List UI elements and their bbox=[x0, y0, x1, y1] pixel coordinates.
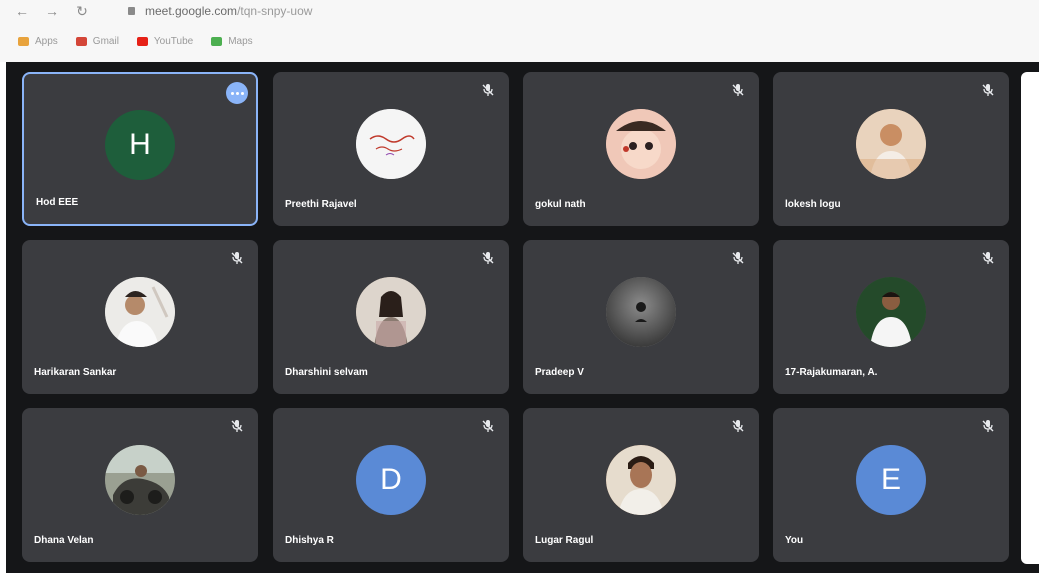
participant-tile-lokesh-logu[interactable]: lokesh logu bbox=[773, 72, 1009, 226]
bookmark-gmail[interactable]: Gmail bbox=[75, 35, 119, 47]
forward-arrow-icon[interactable]: → bbox=[44, 3, 60, 19]
participant-name: Harikaran Sankar bbox=[34, 367, 117, 378]
participant-name: Preethi Rajavel bbox=[285, 199, 357, 210]
profile-photo bbox=[105, 277, 175, 348]
bookmark-maps[interactable]: Maps bbox=[211, 35, 253, 47]
participant-tile-hod-eee[interactable]: H Hod EEE bbox=[22, 72, 258, 226]
mic-off-icon bbox=[732, 252, 744, 264]
participant-name: Hod EEE bbox=[36, 197, 79, 208]
avatar bbox=[606, 277, 676, 348]
mic-off-icon bbox=[231, 252, 243, 264]
participant-tile-gokul-nath[interactable]: gokul nath bbox=[523, 72, 759, 226]
avatar bbox=[606, 109, 676, 180]
avatar bbox=[105, 277, 175, 348]
profile-photo bbox=[356, 109, 426, 180]
bookmarks-bar: Apps Gmail YouTube Maps bbox=[18, 32, 253, 50]
participant-name: Pradeep V bbox=[535, 367, 584, 378]
profile-photo bbox=[606, 277, 676, 348]
mic-off-icon bbox=[231, 420, 243, 432]
browser-chrome: ← → ↻ meet.google.com/tqn-snpy-uow Apps … bbox=[0, 0, 1039, 62]
bookmark-label: YouTube bbox=[153, 35, 194, 47]
participant-name: lokesh logu bbox=[785, 199, 841, 210]
maps-icon bbox=[211, 36, 223, 46]
participant-name: gokul nath bbox=[535, 199, 586, 210]
mic-off-icon bbox=[732, 84, 744, 96]
profile-photo bbox=[856, 109, 926, 180]
avatar bbox=[856, 277, 926, 348]
lock-icon bbox=[128, 7, 135, 15]
avatar bbox=[105, 445, 175, 516]
back-arrow-icon[interactable]: ← bbox=[14, 3, 30, 19]
side-panel-edge bbox=[1021, 72, 1039, 564]
bookmark-apps[interactable]: Apps bbox=[18, 36, 58, 47]
url-path: /tqn-snpy-uow bbox=[237, 4, 313, 18]
mic-off-icon bbox=[482, 420, 494, 432]
participant-tile-lugar-ragul[interactable]: Lugar Ragul bbox=[523, 408, 759, 562]
avatar-letter: D bbox=[380, 463, 402, 497]
participant-name: Dharshini selvam bbox=[285, 367, 368, 378]
participant-name: Dhishya R bbox=[285, 535, 334, 546]
participant-name: Lugar Ragul bbox=[535, 535, 594, 546]
avatar bbox=[606, 445, 676, 516]
bookmark-youtube[interactable]: YouTube bbox=[136, 35, 194, 47]
participant-tile-harikaran-sankar[interactable]: Harikaran Sankar bbox=[22, 240, 258, 394]
mic-off-icon bbox=[982, 252, 994, 264]
participant-tile-preethi-rajavel[interactable]: Preethi Rajavel bbox=[273, 72, 509, 226]
participant-tile-dhishya-r[interactable]: D Dhishya R bbox=[273, 408, 509, 562]
mic-off-icon bbox=[982, 420, 994, 432]
avatar bbox=[356, 277, 426, 348]
profile-photo bbox=[105, 445, 175, 516]
avatar-letter: E bbox=[880, 463, 901, 497]
participant-tile-dhana-velan[interactable]: Dhana Velan bbox=[22, 408, 258, 562]
address-bar[interactable]: meet.google.com/tqn-snpy-uow bbox=[128, 2, 312, 20]
bookmark-label: Apps bbox=[35, 35, 58, 47]
browser-nav: ← → ↻ bbox=[14, 3, 90, 19]
avatar: E bbox=[856, 445, 926, 516]
profile-photo bbox=[606, 109, 676, 180]
more-options-icon[interactable] bbox=[226, 82, 248, 104]
participant-name: You bbox=[785, 535, 804, 546]
profile-photo bbox=[356, 277, 426, 348]
mic-off-icon bbox=[982, 84, 994, 96]
mic-off-icon bbox=[732, 420, 744, 432]
profile-photo bbox=[606, 445, 676, 516]
avatar-letter: H bbox=[129, 127, 151, 161]
reload-icon[interactable]: ↻ bbox=[74, 3, 90, 19]
bookmark-label: Maps bbox=[228, 35, 253, 47]
avatar bbox=[856, 109, 926, 180]
gmail-icon bbox=[75, 36, 87, 46]
participant-tile-dharshini-selvam[interactable]: Dharshini selvam bbox=[273, 240, 509, 394]
participant-tile-pradeep-v[interactable]: Pradeep V bbox=[523, 240, 759, 394]
avatar bbox=[356, 109, 426, 180]
participant-tile-you[interactable]: E You bbox=[773, 408, 1009, 562]
bookmark-label: Gmail bbox=[92, 35, 119, 47]
avatar: H bbox=[105, 109, 175, 180]
youtube-icon bbox=[136, 36, 148, 46]
avatar: D bbox=[356, 445, 426, 516]
profile-photo bbox=[856, 277, 926, 348]
participant-name: 17-Rajakumaran, A. bbox=[785, 367, 878, 378]
mic-off-icon bbox=[482, 84, 494, 96]
participant-tile-rajakumaran[interactable]: 17-Rajakumaran, A. bbox=[773, 240, 1009, 394]
participant-name: Dhana Velan bbox=[34, 535, 94, 546]
mic-off-icon bbox=[482, 252, 494, 264]
apps-icon bbox=[18, 36, 29, 46]
url-host: meet.google.com bbox=[145, 4, 238, 18]
